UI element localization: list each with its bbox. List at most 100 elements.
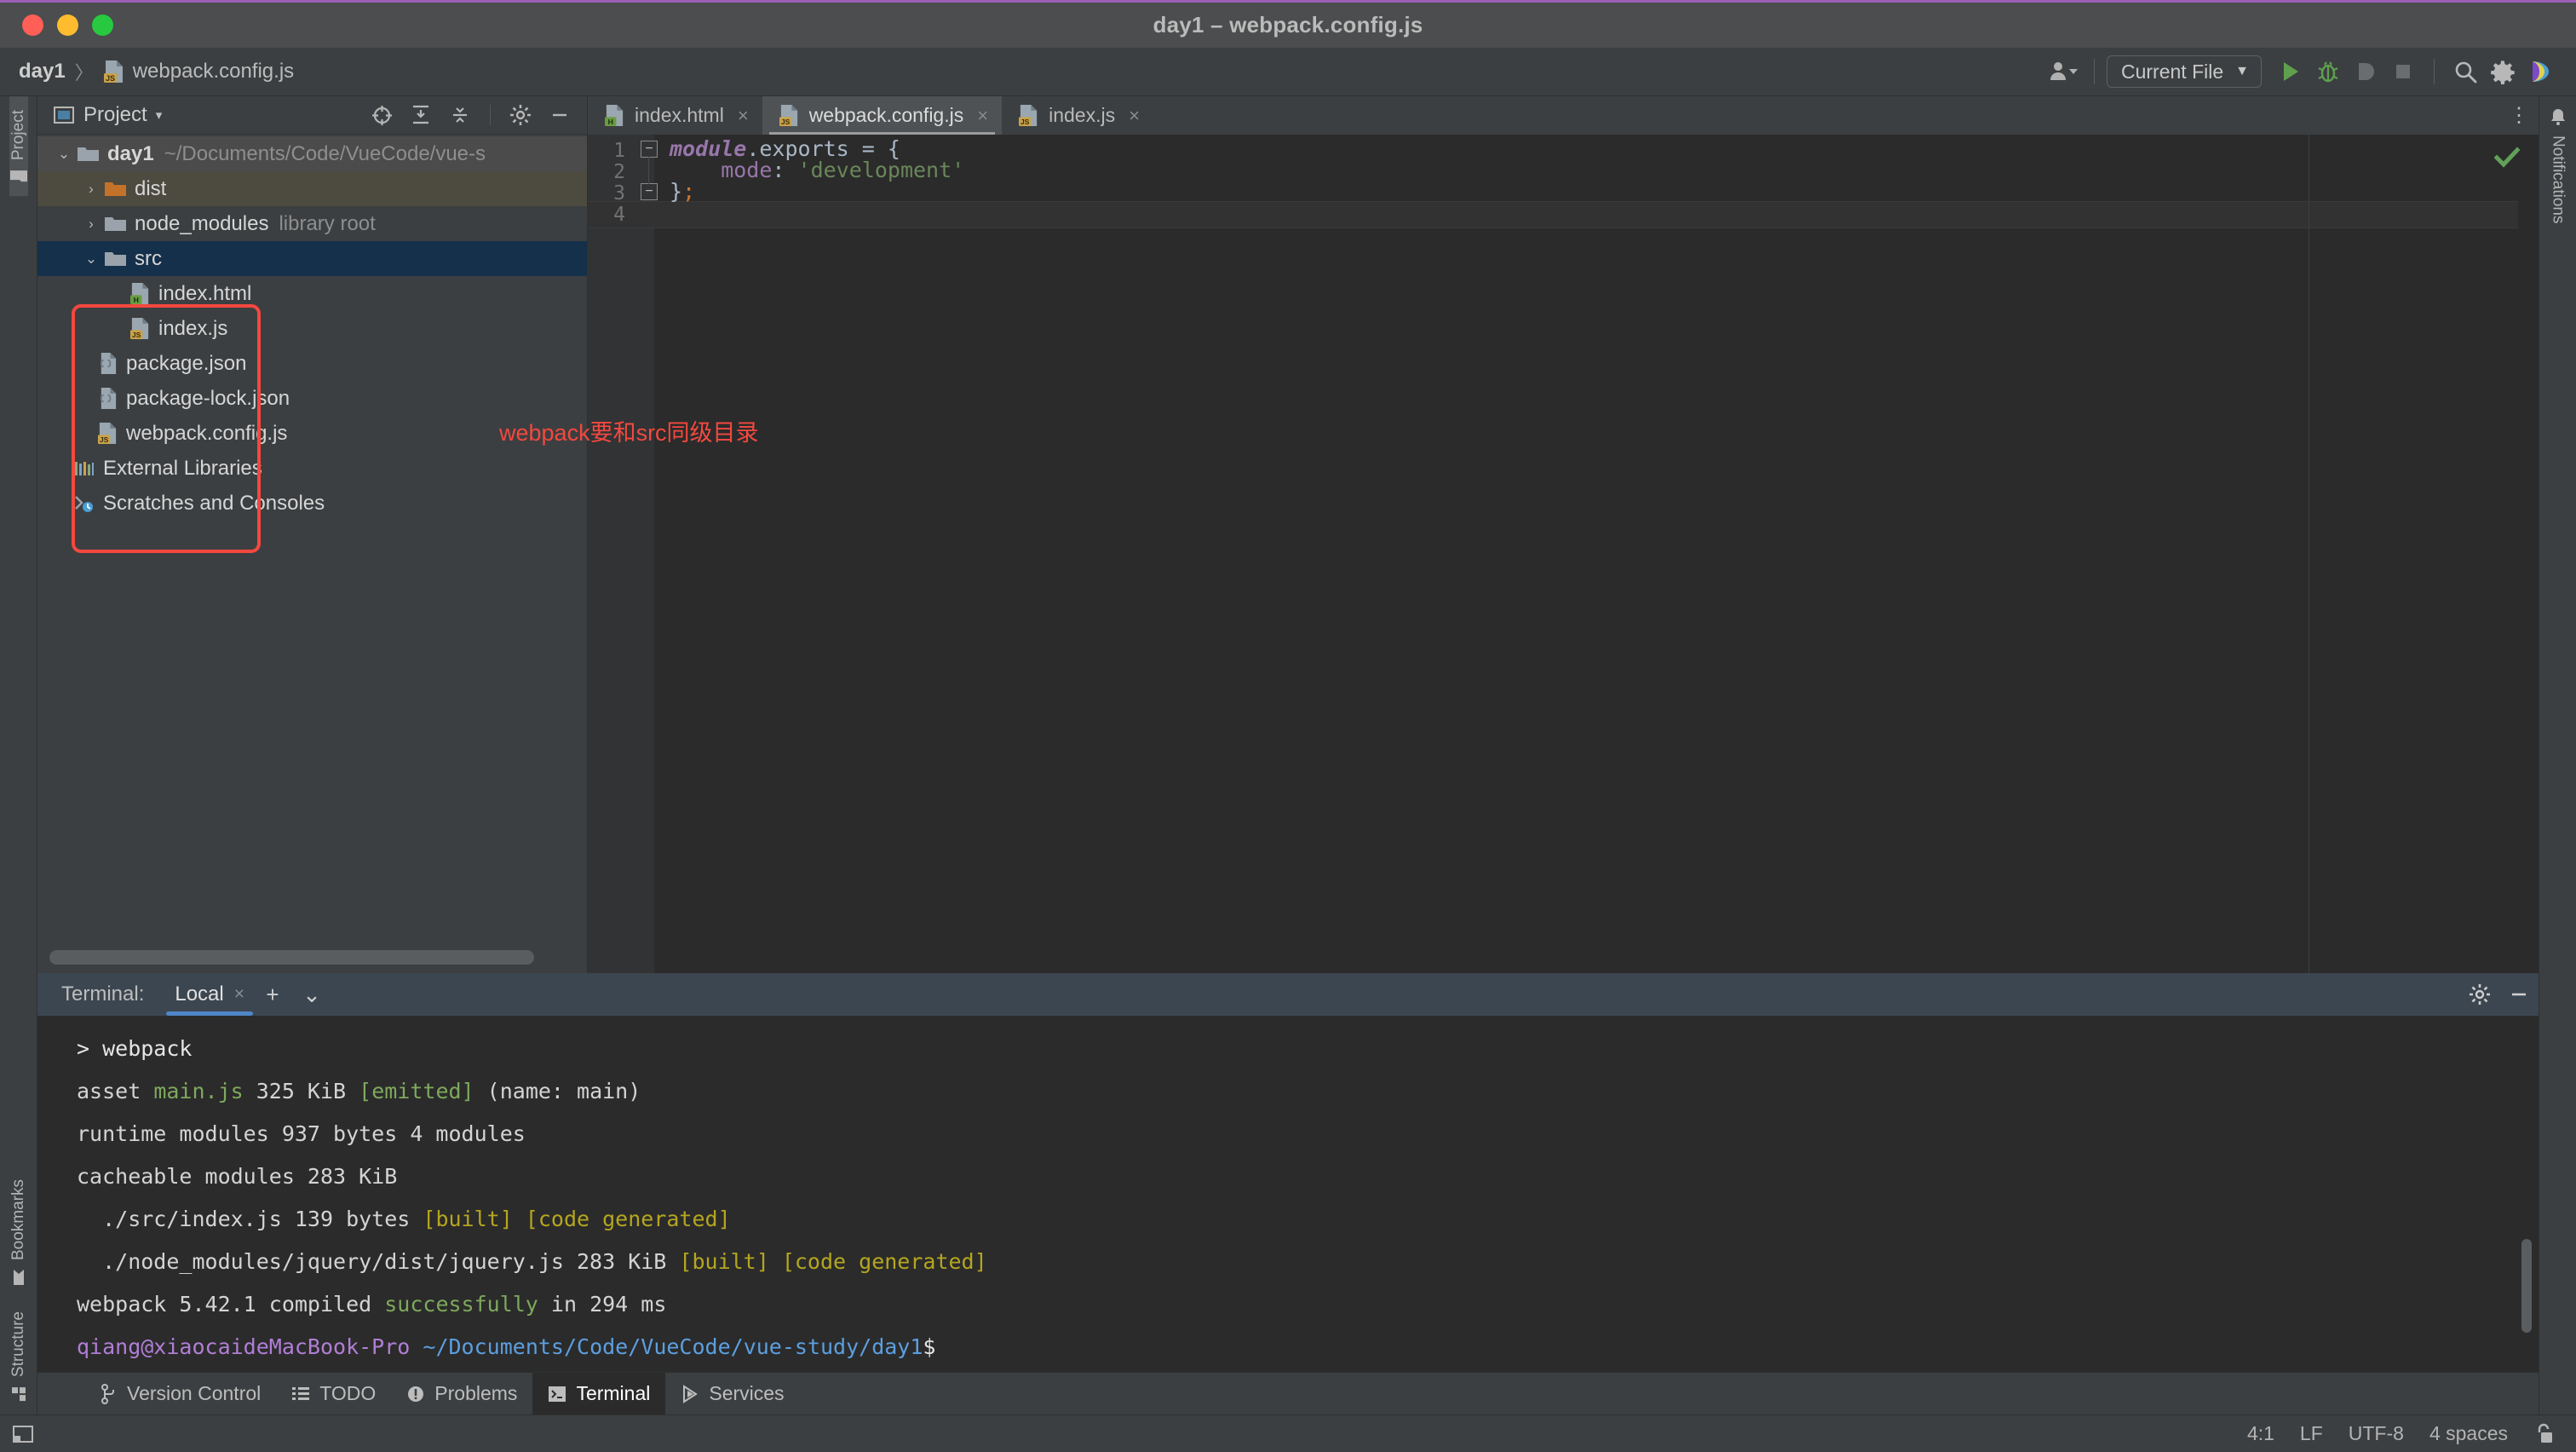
close-icon[interactable]: × bbox=[1129, 105, 1140, 127]
sidebar-item-structure[interactable]: Structure bbox=[9, 1298, 28, 1415]
fold-region-end-icon[interactable]: − bbox=[641, 183, 658, 200]
close-window-button[interactable] bbox=[22, 14, 43, 36]
tree-node-external-libraries[interactable]: External Libraries bbox=[37, 451, 587, 486]
updates-button[interactable] bbox=[2521, 53, 2559, 90]
breadcrumb-separator-icon: 〉 bbox=[74, 62, 94, 84]
tool-window-bar: Version Control TODO Problems Terminal S… bbox=[37, 1372, 2539, 1415]
encoding-indicator[interactable]: UTF-8 bbox=[2349, 1422, 2404, 1445]
project-panel-title: Project bbox=[83, 103, 147, 126]
close-icon[interactable]: × bbox=[738, 105, 749, 127]
tree-node-index-js[interactable]: JS index.js bbox=[37, 311, 587, 346]
terminal-settings-gear-icon[interactable] bbox=[2460, 975, 2499, 1014]
panel-settings-gear-icon[interactable] bbox=[505, 101, 536, 130]
minimize-window-button[interactable] bbox=[57, 14, 78, 36]
project-panel-horizontal-scrollbar[interactable] bbox=[49, 950, 534, 965]
tree-node-label-index-html: index.html bbox=[158, 281, 252, 305]
tool-window-problems[interactable]: Problems bbox=[391, 1373, 532, 1415]
terminal-tab-local[interactable]: Local × bbox=[166, 973, 253, 1016]
stop-button[interactable] bbox=[2384, 53, 2422, 90]
caret-position-indicator[interactable]: 4:1 bbox=[2247, 1422, 2274, 1445]
indent-indicator[interactable]: 4 spaces bbox=[2429, 1422, 2508, 1445]
sidebar-item-bookmarks[interactable]: Bookmarks bbox=[9, 1166, 28, 1298]
tool-window-terminal[interactable]: Terminal bbox=[532, 1373, 666, 1415]
fold-region-start-icon[interactable]: − bbox=[641, 141, 658, 158]
status-bar-right: 4:1 LF UTF-8 4 spaces bbox=[2247, 1422, 2576, 1445]
close-icon[interactable]: × bbox=[234, 984, 244, 1005]
tool-window-label-terminal: Terminal bbox=[576, 1382, 651, 1404]
structure-icon bbox=[10, 1386, 27, 1403]
tool-window-label-todo: TODO bbox=[319, 1382, 377, 1404]
tree-node-src[interactable]: ⌄ src bbox=[37, 241, 587, 276]
todo-list-icon bbox=[291, 1386, 310, 1403]
tree-node-index-html[interactable]: H index.html bbox=[37, 276, 587, 311]
code-editor[interactable]: 1 2 3 4 − − module.exports = { mode: 'de… bbox=[588, 135, 2539, 973]
debug-button[interactable] bbox=[2309, 53, 2347, 90]
line-separator-indicator[interactable]: LF bbox=[2300, 1422, 2323, 1445]
run-button[interactable] bbox=[2272, 53, 2309, 90]
tool-window-todo[interactable]: TODO bbox=[276, 1373, 391, 1415]
terminal-line-4: cacheable modules 283 KiB bbox=[77, 1155, 2539, 1198]
settings-button[interactable] bbox=[2484, 53, 2521, 90]
new-terminal-session-button[interactable]: + bbox=[253, 975, 292, 1014]
terminal-output[interactable]: > webpack asset main.js 325 KiB [emitted… bbox=[37, 1016, 2539, 1372]
chevron-collapsed-icon[interactable]: › bbox=[78, 181, 104, 198]
annotation-text: webpack要和src同级目录 bbox=[499, 420, 759, 446]
chevron-down-icon[interactable]: ▾ bbox=[156, 107, 163, 123]
tree-node-package-json[interactable]: package.json bbox=[37, 346, 587, 381]
show-tool-windows-button[interactable] bbox=[0, 1424, 34, 1444]
tree-node-label-package-lock-json: package-lock.json bbox=[126, 386, 290, 410]
terminal-header-label: Terminal: bbox=[61, 982, 145, 1005]
terminal-prompt-user: qiang@xiaocaideMacBook-Pro bbox=[77, 1334, 411, 1359]
search-everywhere-button[interactable] bbox=[2447, 53, 2484, 90]
editor-and-project-row: Project ▾ ⌄ day1 ~/Documents/Code/VueCod… bbox=[37, 96, 2539, 973]
chevron-collapsed-icon[interactable]: › bbox=[78, 216, 104, 233]
tree-node-dist[interactable]: › dist bbox=[37, 171, 587, 206]
expand-all-icon[interactable] bbox=[405, 101, 436, 130]
sidebar-item-project[interactable]: Project bbox=[9, 96, 28, 197]
terminal-minimize-icon[interactable] bbox=[2499, 975, 2539, 1014]
collapse-all-icon[interactable] bbox=[445, 101, 475, 130]
inspection-status-icon[interactable] bbox=[2494, 147, 2520, 169]
run-configuration-selector[interactable]: Current File ▼ bbox=[2107, 55, 2262, 88]
editor-gutter[interactable] bbox=[588, 135, 641, 973]
bell-icon bbox=[2550, 108, 2567, 127]
breadcrumb[interactable]: day1 〉 JS webpack.config.js bbox=[19, 58, 294, 85]
select-opened-file-icon[interactable] bbox=[366, 101, 397, 130]
close-icon[interactable]: × bbox=[977, 105, 988, 127]
folder-icon bbox=[104, 250, 127, 268]
chevron-down-icon[interactable]: ⌄ bbox=[292, 975, 331, 1014]
tree-node-scratches-and-consoles[interactable]: Scratches and Consoles bbox=[37, 486, 587, 521]
terminal-vertical-scrollbar[interactable] bbox=[2521, 1239, 2532, 1333]
breadcrumb-file[interactable]: JS webpack.config.js bbox=[103, 60, 294, 84]
tab-webpack-config-js[interactable]: JS webpack.config.js × bbox=[762, 96, 1003, 135]
window-controls[interactable] bbox=[22, 14, 113, 36]
tree-node-label-index-js: index.js bbox=[158, 316, 228, 340]
svg-text:JS: JS bbox=[132, 331, 141, 339]
libraries-icon bbox=[73, 459, 95, 478]
sidebar-item-notifications[interactable]: Notifications bbox=[2549, 96, 2567, 238]
project-tree[interactable]: ⌄ day1 ~/Documents/Code/VueCode/vue-s › bbox=[37, 135, 587, 973]
editor-tabs-options-icon[interactable]: ⋮ bbox=[2499, 96, 2539, 135]
run-with-coverage-button[interactable] bbox=[2347, 53, 2384, 90]
breadcrumb-project[interactable]: day1 bbox=[19, 60, 66, 84]
editor-vertical-scrollbar[interactable] bbox=[2518, 135, 2539, 973]
tool-window-version-control[interactable]: Version Control bbox=[85, 1373, 276, 1415]
chevron-expanded-icon[interactable]: ⌄ bbox=[51, 146, 77, 163]
hide-panel-icon[interactable] bbox=[544, 101, 575, 130]
main-toolbar: Current File ▼ bbox=[2044, 53, 2576, 90]
tree-node-node-modules[interactable]: › node_modules library root bbox=[37, 206, 587, 241]
maximize-window-button[interactable] bbox=[92, 14, 113, 36]
project-folder-icon bbox=[9, 169, 28, 184]
editor-fold-gutter[interactable] bbox=[641, 135, 654, 973]
chevron-expanded-icon[interactable]: ⌄ bbox=[78, 251, 104, 268]
user-accounts-button[interactable] bbox=[2044, 53, 2082, 90]
terminal-tool-window: Terminal: Local × + ⌄ > webpack asset ma… bbox=[37, 973, 2539, 1372]
tree-node-package-lock-json[interactable]: package-lock.json bbox=[37, 381, 587, 416]
tab-index-js[interactable]: JS index.js × bbox=[1002, 96, 1153, 135]
tab-index-html[interactable]: H index.html × bbox=[588, 96, 762, 135]
tree-node-day1[interactable]: ⌄ day1 ~/Documents/Code/VueCode/vue-s bbox=[37, 136, 587, 171]
tool-window-services[interactable]: Services bbox=[665, 1373, 799, 1415]
js-file-icon: JS bbox=[97, 422, 118, 445]
unlocked-padlock-icon[interactable] bbox=[2533, 1423, 2554, 1445]
terminal-tab-label: Local bbox=[175, 982, 224, 1005]
